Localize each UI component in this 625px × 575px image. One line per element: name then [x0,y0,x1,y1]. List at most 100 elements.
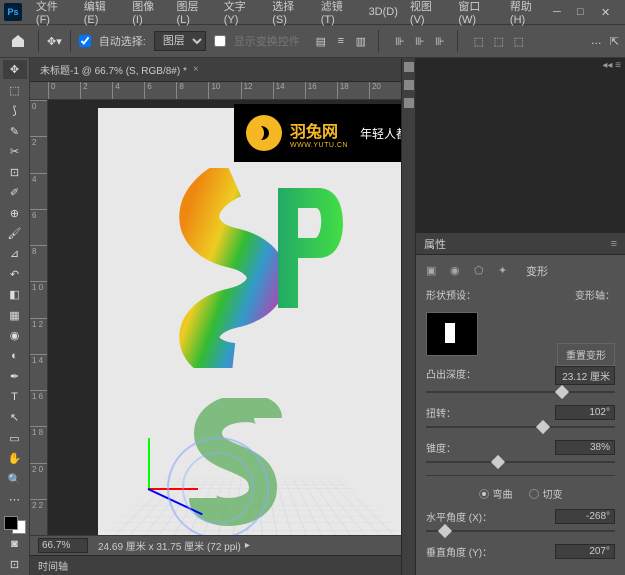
lasso-tool[interactable]: ⟆ [3,101,27,120]
blur-tool[interactable]: ◉ [3,326,27,345]
3d-rotation-widget[interactable] [158,428,278,535]
quickmask-tool[interactable]: ◙ [3,534,27,553]
h-angle-value-input[interactable]: -268° [555,509,615,524]
menu-type[interactable]: 文字(Y) [218,0,266,26]
move-tool-icon: ✥▾ [47,35,62,48]
panel-icon[interactable] [404,98,414,108]
twist-slider[interactable] [426,426,615,428]
show-transform-checkbox[interactable] [214,35,226,47]
menu-window[interactable]: 窗口(W) [452,0,504,26]
document-tab-title: 未标题-1 @ 66.7% (S, RGB/8#) * [40,62,187,77]
deform-icon[interactable]: ◉ [450,264,464,278]
history-brush-tool[interactable]: ↶ [3,265,27,284]
path-select-tool[interactable]: ↖ [3,408,27,427]
distribute-icon[interactable]: ⊪ [391,32,409,50]
align-center-icon[interactable]: ≡ [332,32,350,50]
close-icon[interactable]: ✕ [601,6,613,18]
screenmode-tool[interactable]: ⊡ [3,555,27,574]
align-buttons: ▤ ≡ ▥ [312,32,370,50]
3d-mode-icon[interactable]: ⬚ [490,32,508,50]
bend-radio[interactable]: 弯曲 [479,486,513,501]
eyedropper-tool[interactable]: ✐ [3,183,27,202]
shape-preset-picker[interactable] [426,312,478,356]
menu-select[interactable]: 选择(S) [266,0,314,26]
3d-mode-icon[interactable]: ⬚ [470,32,488,50]
reset-deform-button[interactable]: 重置变形 [557,343,615,366]
tab-close-icon[interactable]: × [193,64,199,75]
ruler-horizontal: 0 2 4 6 8 10 12 14 16 18 20 [30,82,401,100]
minimize-icon[interactable]: ─ [553,6,565,18]
pen-tool[interactable]: ✒ [3,367,27,386]
stamp-tool[interactable]: ⊿ [3,244,27,263]
move-tool[interactable]: ✥ [3,60,27,79]
color-swatches[interactable] [4,516,26,534]
maximize-icon[interactable]: □ [577,6,589,18]
taper-slider[interactable] [426,461,615,463]
auto-select-target[interactable]: 图层 [154,31,206,51]
status-chevron-icon[interactable]: ▸ [245,540,250,551]
axis-y-icon [148,438,150,488]
menu-image[interactable]: 图像(I) [126,0,170,26]
extrude-value-input[interactable]: 23.12 厘米 [555,366,615,385]
healing-tool[interactable]: ⊕ [3,203,27,222]
align-left-icon[interactable]: ▤ [312,32,330,50]
foreground-swatch[interactable] [4,516,18,530]
timeline-panel-tab[interactable]: 时间轴 [30,555,401,575]
menu-view[interactable]: 视图(V) [404,0,452,26]
brush-tool[interactable]: 🖌 [3,224,27,243]
banner-url: WWW.YUTU.CN [290,142,348,149]
distribute-icon[interactable]: ⊪ [431,32,449,50]
panel-icon[interactable] [404,80,414,90]
panel-icon[interactable] [404,62,414,72]
show-transform-label: 显示变换控件 [234,33,300,49]
frame-tool[interactable]: ⊡ [3,162,27,181]
share-icon[interactable]: ⇱ [610,35,619,48]
crop-tool[interactable]: ✂ [3,142,27,161]
menubar: Ps 文件(F) 编辑(E) 图像(I) 图层(L) 文字(Y) 选择(S) 滤… [0,0,625,24]
dodge-tool[interactable]: ◐ [3,347,27,366]
mesh-icon[interactable]: ▣ [426,264,440,278]
extrude-label: 凸出深度： [426,366,476,385]
3d-mode-icon[interactable]: ⬚ [510,32,528,50]
zoom-tool[interactable]: 🔍 [3,469,27,488]
cap-icon[interactable]: ⬠ [474,264,488,278]
hand-tool[interactable]: ✋ [3,449,27,468]
type-tool[interactable]: T [3,388,27,407]
align-right-icon[interactable]: ▥ [352,32,370,50]
status-bar: 24.69 厘米 x 31.75 厘米 (72 ppi) ▸ [30,535,401,555]
coords-icon[interactable]: ✦ [498,264,512,278]
menu-3d[interactable]: 3D(D) [363,6,404,18]
zoom-input[interactable] [38,538,88,553]
canvas[interactable]: 羽兔网 WWW.YUTU.CN 年轻人都在用的自学设计平台 [48,100,401,535]
home-button[interactable] [6,29,30,53]
document-tab[interactable]: 未标题-1 @ 66.7% (S, RGB/8#) * × [30,58,209,81]
twist-value-input[interactable]: 102° [555,405,615,420]
more-options-icon[interactable]: … [591,35,602,47]
distribute-icon[interactable]: ⊪ [411,32,429,50]
panel-header[interactable]: 属性 ≡ [416,233,625,255]
extrude-slider[interactable] [426,391,615,393]
panel-menu-icon[interactable]: ≡ [611,238,617,250]
ruler-vertical: 0 2 4 6 8 1 0 1 2 1 4 1 6 1 8 2 0 2 2 [30,100,48,535]
quick-select-tool[interactable]: ✎ [3,121,27,140]
shape-tool[interactable]: ▭ [3,428,27,447]
menu-filter[interactable]: 滤镜(T) [315,0,363,26]
menu-edit[interactable]: 编辑(E) [78,0,126,26]
h-angle-slider[interactable] [426,530,615,532]
deform-axis-label: 变形轴： [575,287,615,302]
auto-select-checkbox[interactable] [79,35,91,47]
marquee-tool[interactable]: ⬚ [3,80,27,99]
panel-collapse-icon[interactable]: ◂◂ ≡ [602,60,621,71]
taper-value-input[interactable]: 38% [555,440,615,455]
eraser-tool[interactable]: ◧ [3,285,27,304]
panel-title: 属性 [424,236,446,252]
menu-file[interactable]: 文件(F) [30,0,78,26]
gradient-tool[interactable]: ▦ [3,306,27,325]
shear-radio[interactable]: 切变 [529,486,563,501]
v-angle-value-input[interactable]: 207° [555,544,615,559]
3d-letter-p[interactable] [268,178,348,318]
menu-help[interactable]: 帮助(H) [504,0,553,26]
menu-layer[interactable]: 图层(L) [170,0,217,26]
window-controls: ─ □ ✕ [553,6,621,18]
edit-toolbar[interactable]: ⋯ [3,490,27,509]
